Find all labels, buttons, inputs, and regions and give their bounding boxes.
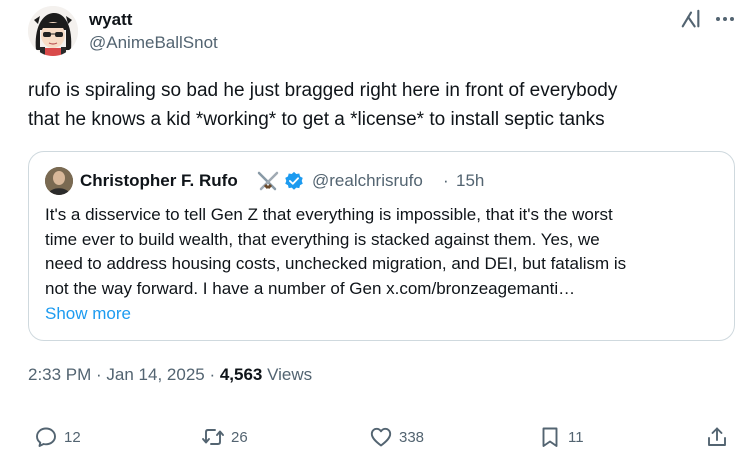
like-count: 338 (399, 428, 425, 446)
grok-icon[interactable] (680, 8, 702, 30)
show-more-link[interactable]: Show more (45, 304, 131, 324)
author-handle[interactable]: @AnimeBallSnot (89, 33, 218, 53)
tweet-date[interactable]: Jan 14, 2025 (106, 365, 204, 384)
meta-separator: · (204, 365, 220, 384)
quoted-author-name[interactable]: Christopher F. Rufo (80, 171, 238, 191)
reply-count: 12 (64, 428, 81, 446)
quoted-tweet-text: It's a disservice to tell Gen Z that eve… (45, 203, 725, 301)
meta-separator: · (91, 365, 107, 384)
bookmark-button[interactable]: 11 (538, 424, 584, 450)
swords-icon (256, 170, 280, 192)
bookmark-count: 11 (568, 428, 584, 446)
author-avatar[interactable] (28, 6, 78, 56)
repost-icon (202, 429, 224, 445)
verified-badge-icon (284, 171, 304, 191)
tweet-text-line: rufo is spiraling so bad he just bragged… (28, 80, 618, 101)
quoted-author-handle[interactable]: @realchrisrufo (312, 171, 423, 191)
quoted-author-avatar[interactable] (45, 167, 73, 195)
reply-icon (36, 427, 56, 447)
like-icon (370, 427, 392, 447)
author-name[interactable]: wyatt (89, 10, 132, 30)
separator-dot: · (443, 171, 449, 190)
like-button[interactable]: 338 (369, 424, 424, 450)
tweet-text: rufo is spiraling so bad he just bragged… (28, 76, 728, 134)
quoted-text-line: need to address housing costs, unchecked… (45, 254, 627, 273)
quoted-text-line: time ever to build wealth, that everythi… (45, 229, 600, 249)
tweet-text-line: that he knows a kid *working* to get a *… (28, 109, 605, 130)
quoted-tweet-card[interactable]: Christopher F. Rufo @realchrisrufo · 15h… (28, 151, 735, 341)
quoted-text-line: It's a disservice to tell Gen Z that eve… (45, 205, 613, 224)
tweet-meta: 2:33 PM · Jan 14, 2025 · 4,563 Views (28, 365, 312, 385)
share-icon (708, 427, 726, 446)
tweet-time[interactable]: 2:33 PM (28, 365, 91, 384)
bookmark-icon (542, 427, 558, 447)
reply-button[interactable]: 12 (34, 424, 81, 450)
more-icon[interactable] (714, 12, 736, 26)
action-bar: 12 26 338 11 (0, 410, 747, 457)
views-count: 4,563 (219, 365, 263, 384)
views-label: Views (262, 365, 313, 384)
share-button[interactable] (705, 424, 729, 450)
tweet-header: wyatt @AnimeBallSnot (28, 6, 740, 58)
quoted-text-line: not the way forward. I have a number of … (45, 278, 576, 298)
repost-count: 26 (231, 428, 248, 446)
quoted-timestamp[interactable]: 15h (456, 171, 484, 191)
repost-button[interactable]: 26 (201, 424, 248, 450)
